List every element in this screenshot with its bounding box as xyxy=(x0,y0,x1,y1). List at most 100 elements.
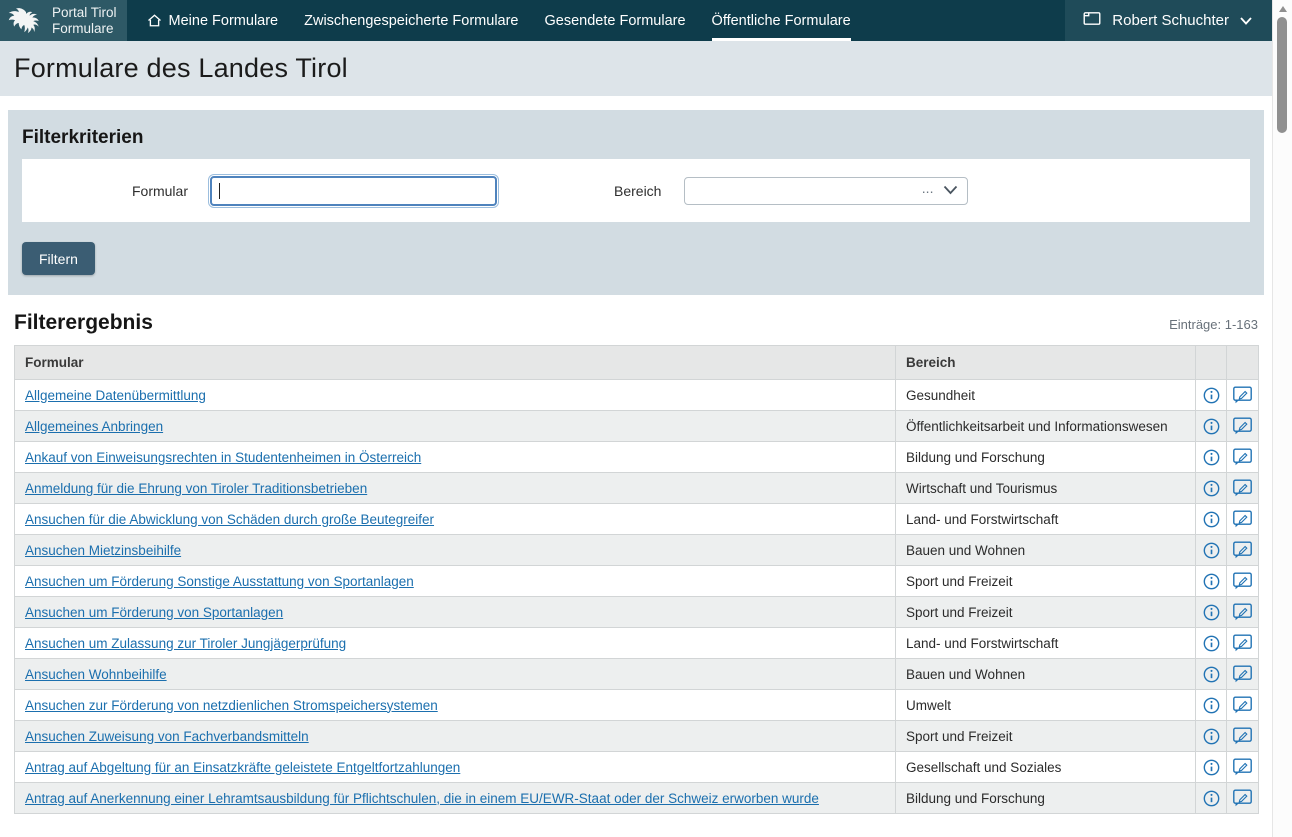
vertical-scrollbar[interactable] xyxy=(1272,0,1292,837)
fill-form-icon[interactable] xyxy=(1227,504,1258,534)
user-menu[interactable]: Robert Schuchter xyxy=(1065,0,1272,41)
form-link[interactable]: Ansuchen für die Abwicklung von Schäden … xyxy=(25,512,434,527)
fill-form-icon[interactable] xyxy=(1227,659,1258,689)
info-icon[interactable] xyxy=(1196,535,1226,565)
bereich-text: Bauen und Wohnen xyxy=(906,543,1025,558)
page-title-band: Formulare des Landes Tirol xyxy=(0,41,1272,96)
fill-form-icon[interactable] xyxy=(1227,628,1258,658)
bereich-text: Wirtschaft und Tourismus xyxy=(906,481,1057,496)
fill-form-icon[interactable] xyxy=(1227,721,1258,751)
table-row: Antrag auf Abgeltung für an Einsatzkräft… xyxy=(15,752,1259,783)
info-icon[interactable] xyxy=(1196,380,1226,410)
fill-form-icon[interactable] xyxy=(1227,783,1258,813)
form-link[interactable]: Antrag auf Abgeltung für an Einsatzkräft… xyxy=(25,760,460,775)
page-title: Formulare des Landes Tirol xyxy=(14,53,348,84)
info-icon[interactable] xyxy=(1196,504,1226,534)
bereich-select[interactable]: ... xyxy=(684,177,968,205)
form-link[interactable]: Ansuchen zur Förderung von netzdienliche… xyxy=(25,698,438,713)
fill-form-icon[interactable] xyxy=(1227,473,1258,503)
formular-field-group: Formular xyxy=(22,176,497,206)
fill-form-icon[interactable] xyxy=(1227,597,1258,627)
bereich-text: Gesundheit xyxy=(906,388,975,403)
entries-count: Einträge: 1-163 xyxy=(1169,317,1258,335)
table-row: Allgemeine Datenübermittlung Gesundheit xyxy=(15,380,1259,411)
form-link[interactable]: Anmeldung für die Ehrung von Tiroler Tra… xyxy=(25,481,367,496)
workspace-icon xyxy=(1083,11,1101,30)
info-icon[interactable] xyxy=(1196,473,1226,503)
form-link[interactable]: Allgemeine Datenübermittlung xyxy=(25,388,206,403)
fill-form-icon[interactable] xyxy=(1227,690,1258,720)
bereich-text: Sport und Freizeit xyxy=(906,574,1013,589)
table-row: Ansuchen um Förderung Sonstige Ausstattu… xyxy=(15,566,1259,597)
bereich-text: Land- und Forstwirtschaft xyxy=(906,636,1058,651)
bereich-text: Öffentlichkeitsarbeit und Informationswe… xyxy=(906,419,1168,434)
results-section: Filterergebnis Einträge: 1-163 Formular … xyxy=(14,311,1258,814)
info-icon[interactable] xyxy=(1196,628,1226,658)
info-icon[interactable] xyxy=(1196,690,1226,720)
fill-form-icon[interactable] xyxy=(1227,752,1258,782)
nav-item-gesendete-formulare[interactable]: Gesendete Formulare xyxy=(545,0,686,41)
filtern-button[interactable]: Filtern xyxy=(22,242,95,275)
chevron-down-icon xyxy=(1240,12,1252,29)
info-icon[interactable] xyxy=(1196,442,1226,472)
user-name: Robert Schuchter xyxy=(1112,12,1229,29)
form-link[interactable]: Ansuchen Zuweisung von Fachverbandsmitte… xyxy=(25,729,309,744)
app-logo[interactable]: Portal Tirol Formulare xyxy=(0,0,127,41)
formular-field-label: Formular xyxy=(22,183,188,199)
form-link[interactable]: Ansuchen um Förderung von Sportanlagen xyxy=(25,605,283,620)
fill-form-icon[interactable] xyxy=(1227,442,1258,472)
table-row: Allgemeines Anbringen Öffentlichkeitsarb… xyxy=(15,411,1259,442)
fill-form-icon[interactable] xyxy=(1227,411,1258,441)
fill-form-icon[interactable] xyxy=(1227,535,1258,565)
home-icon xyxy=(147,13,162,28)
column-header-open xyxy=(1227,346,1259,380)
scroll-up-arrow-icon[interactable] xyxy=(1279,6,1287,12)
bereich-text: Gesellschaft und Soziales xyxy=(906,760,1061,775)
fill-form-icon[interactable] xyxy=(1227,566,1258,596)
bereich-text: Bildung und Forschung xyxy=(906,791,1045,806)
column-header-info xyxy=(1196,346,1227,380)
column-header-formular: Formular xyxy=(15,346,896,380)
table-row: Anmeldung für die Ehrung von Tiroler Tra… xyxy=(15,473,1259,504)
form-link[interactable]: Antrag auf Anerkennung einer Lehramtsaus… xyxy=(25,791,819,806)
info-icon[interactable] xyxy=(1196,597,1226,627)
table-row: Ansuchen für die Abwicklung von Schäden … xyxy=(15,504,1259,535)
results-table: Formular Bereich Allgemeine Datenübermit… xyxy=(14,345,1259,814)
table-row: Ansuchen Mietzinsbeihilfe Bauen und Wohn… xyxy=(15,535,1259,566)
main-nav: Meine Formulare Zwischengespeicherte For… xyxy=(147,0,851,41)
logo-line1: Portal Tirol xyxy=(52,5,117,21)
formular-input[interactable] xyxy=(210,176,497,206)
form-link[interactable]: Ansuchen um Förderung Sonstige Ausstattu… xyxy=(25,574,414,589)
bereich-text: Land- und Forstwirtschaft xyxy=(906,512,1058,527)
bereich-text: Bauen und Wohnen xyxy=(906,667,1025,682)
nav-item-zwischengespeicherte-formulare[interactable]: Zwischengespeicherte Formulare xyxy=(304,0,518,41)
top-navbar: Portal Tirol Formulare Meine Formulare Z… xyxy=(0,0,1272,41)
info-icon[interactable] xyxy=(1196,752,1226,782)
info-icon[interactable] xyxy=(1196,566,1226,596)
fill-form-icon[interactable] xyxy=(1227,380,1258,410)
logo-line2: Formulare xyxy=(52,21,117,37)
form-link[interactable]: Ankauf von Einweisungsrechten in Student… xyxy=(25,450,421,465)
form-link[interactable]: Ansuchen um Zulassung zur Tiroler Jungjä… xyxy=(25,636,346,651)
info-icon[interactable] xyxy=(1196,411,1226,441)
results-heading: Filterergebnis xyxy=(14,311,153,335)
form-link[interactable]: Ansuchen Mietzinsbeihilfe xyxy=(25,543,181,558)
nav-item-meine-formulare[interactable]: Meine Formulare xyxy=(147,0,279,41)
bereich-text: Umwelt xyxy=(906,698,951,713)
table-row: Ansuchen zur Förderung von netzdienliche… xyxy=(15,690,1259,721)
filter-heading: Filterkriterien xyxy=(22,127,1250,149)
table-row: Ansuchen um Förderung von Sportanlagen S… xyxy=(15,597,1259,628)
info-icon[interactable] xyxy=(1196,721,1226,751)
scrollbar-thumb[interactable] xyxy=(1277,17,1287,133)
form-link[interactable]: Allgemeines Anbringen xyxy=(25,419,163,434)
bereich-select-value: ... xyxy=(922,181,934,201)
bereich-text: Sport und Freizeit xyxy=(906,729,1013,744)
column-header-bereich: Bereich xyxy=(896,346,1196,380)
table-row: Ansuchen um Zulassung zur Tiroler Jungjä… xyxy=(15,628,1259,659)
form-link[interactable]: Ansuchen Wohnbeihilfe xyxy=(25,667,167,682)
navbar-spacer xyxy=(851,0,1066,41)
text-caret xyxy=(219,183,220,199)
info-icon[interactable] xyxy=(1196,783,1226,813)
info-icon[interactable] xyxy=(1196,659,1226,689)
nav-item-oeffentliche-formulare[interactable]: Öffentliche Formulare xyxy=(712,0,851,41)
